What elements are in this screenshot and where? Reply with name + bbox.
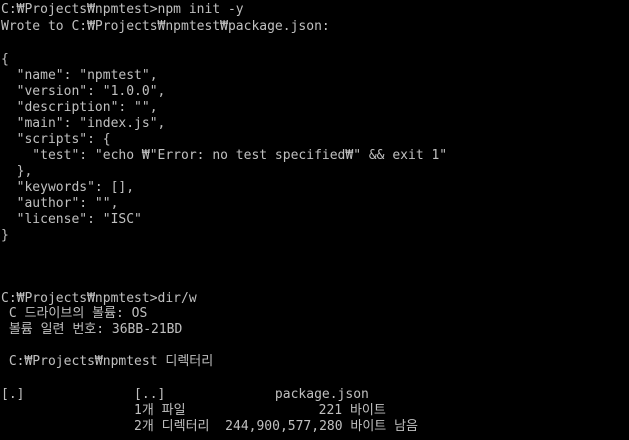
console-line: 2개 디렉터리 244,900,577,280 바이트 남음 — [1, 419, 419, 434]
console-line: [.] [..] package.json — [1, 387, 369, 402]
console-line: 1개 파일 221 바이트 — [1, 403, 386, 418]
console-line: "license": "ISC" — [1, 212, 142, 227]
console-line: "description": "", — [1, 100, 158, 115]
console-line: Wrote to C:₩Projects₩npmtest₩package.jso… — [1, 19, 330, 34]
console-line: "name": "npmtest", — [1, 68, 158, 83]
console-window[interactable]: C:₩Projects₩npmtest>npm init -y Wrote to… — [0, 0, 629, 440]
console-line: "main": "index.js", — [1, 116, 166, 131]
console-line: "version": "1.0.0", — [1, 84, 166, 99]
console-line: { — [1, 52, 9, 67]
console-line: C:₩Projects₩npmtest 디렉터리 — [1, 354, 214, 369]
console-line: 볼륨 일련 번호: 36BB-21BD — [1, 322, 183, 337]
console-line: "scripts": { — [1, 132, 111, 147]
console-line: "author": "", — [1, 196, 119, 211]
console-line: "keywords": [], — [1, 180, 135, 195]
console-line: C:₩Projects₩npmtest>dir/w — [1, 291, 197, 306]
console-line: "test": "echo ₩"Error: no test specified… — [1, 148, 448, 163]
console-line: } — [1, 228, 9, 243]
console-line: C 드라이브의 볼륨: OS — [1, 306, 148, 321]
console-line: C:₩Projects₩npmtest>npm init -y — [1, 2, 244, 17]
console-line: }, — [1, 164, 33, 179]
